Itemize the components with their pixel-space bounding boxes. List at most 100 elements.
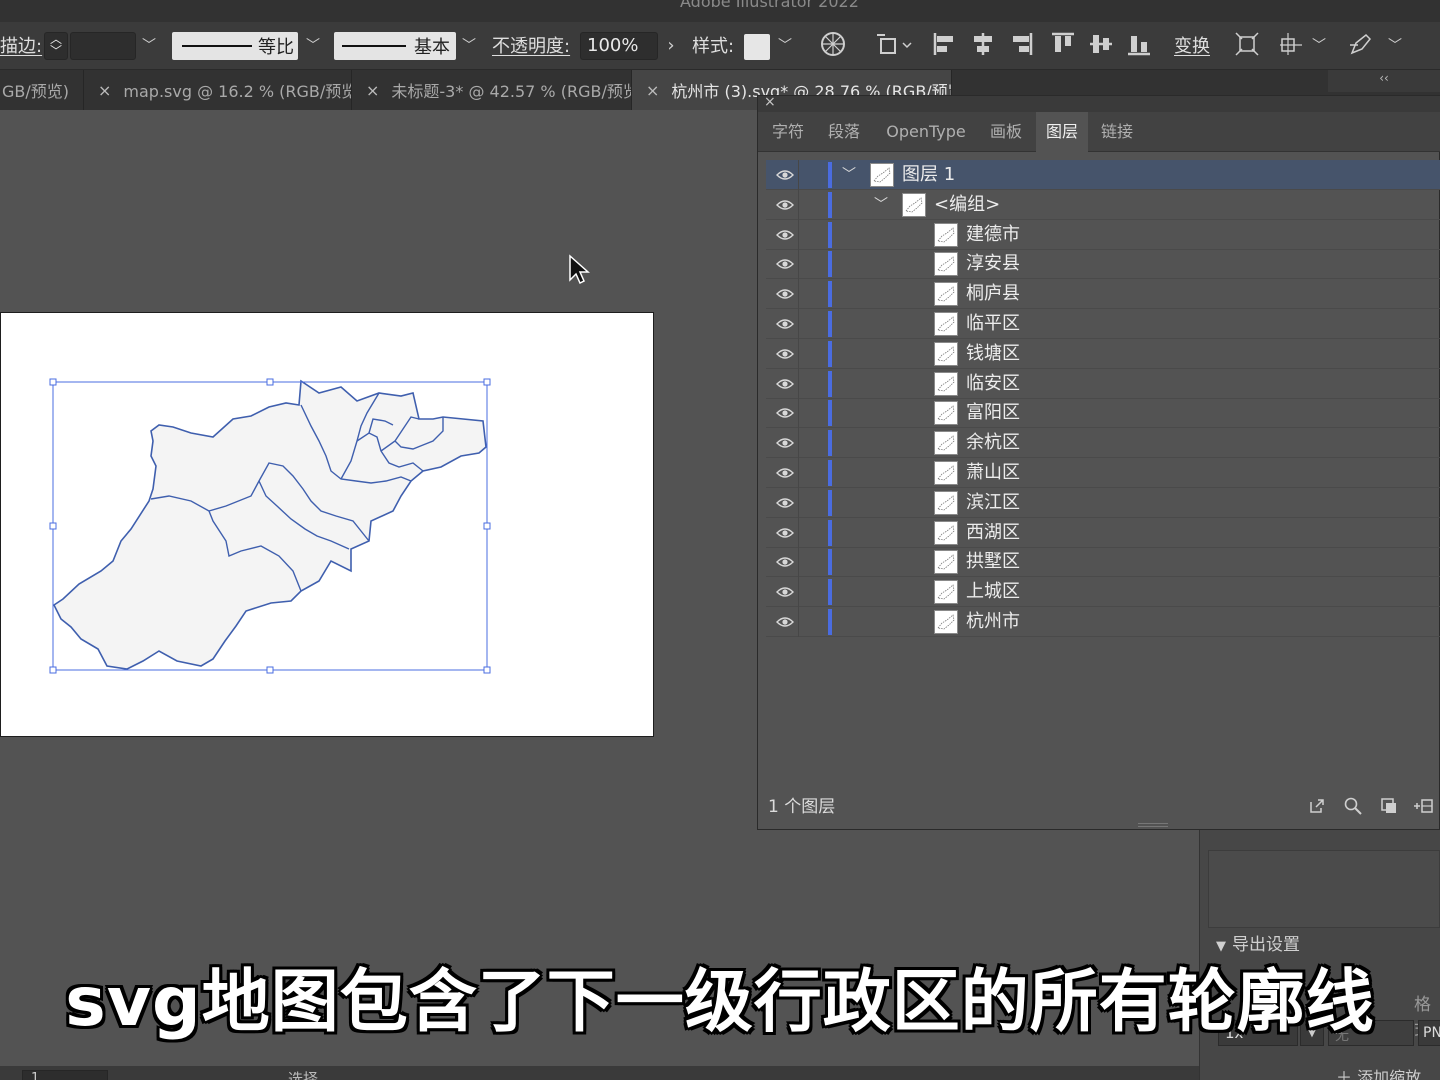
layer-name-label[interactable]: 桐庐县	[966, 279, 1020, 309]
handle-top-center[interactable]	[266, 378, 274, 386]
recolor-artwork-icon[interactable]	[818, 31, 848, 61]
layer-name-label[interactable]: 余杭区	[966, 428, 1020, 458]
export-icon[interactable]	[1306, 796, 1328, 818]
pen-dropdown-chevron-icon[interactable]: ﹀	[1384, 34, 1406, 58]
create-sublayer-icon[interactable]	[1412, 796, 1434, 818]
close-icon[interactable]: ×	[764, 94, 776, 110]
layer-row-item[interactable]: 钱塘区	[766, 338, 1440, 369]
expand-chevron-down-icon[interactable]: ﹀	[872, 194, 890, 216]
artboard[interactable]	[0, 312, 654, 737]
locate-object-search-icon[interactable]	[1342, 796, 1364, 818]
align-bottom-icon[interactable]	[1124, 31, 1154, 61]
layer-row-item[interactable]: 建德市	[766, 219, 1440, 250]
layer-name-label[interactable]: 临安区	[966, 369, 1020, 399]
panel-resize-grip[interactable]	[1138, 823, 1168, 827]
close-icon[interactable]: ×	[366, 81, 379, 100]
layer-name-label[interactable]: 杭州市	[966, 607, 1020, 637]
layer-name-label[interactable]: <编组>	[934, 190, 1000, 220]
visibility-eye-icon[interactable]	[772, 279, 798, 309]
layer-name-label[interactable]: 临平区	[966, 309, 1020, 339]
handle-top-left[interactable]	[49, 378, 57, 386]
visibility-eye-icon[interactable]	[772, 428, 798, 458]
status-mode-label[interactable]: 选择	[288, 1068, 318, 1080]
layer-name-label[interactable]: 滨江区	[966, 488, 1020, 518]
variable-width-profile-select[interactable]: 等比	[172, 32, 298, 60]
layer-name-label[interactable]: 上城区	[966, 577, 1020, 607]
layer-row-layer-1[interactable]: ﹀ 图层 1	[766, 160, 1440, 190]
tab-character[interactable]: 字符	[764, 112, 812, 152]
visibility-eye-icon[interactable]	[772, 220, 798, 250]
handle-middle-right[interactable]	[483, 522, 491, 530]
tab-document-1[interactable]: GB/预览)	[0, 70, 84, 110]
align-left-icon[interactable]	[930, 31, 960, 61]
visibility-eye-icon[interactable]	[772, 160, 798, 190]
handle-bottom-right[interactable]	[483, 666, 491, 674]
layer-row-item[interactable]: 余杭区	[766, 428, 1440, 459]
visibility-eye-icon[interactable]	[772, 607, 798, 637]
layer-row-item[interactable]: 临安区	[766, 368, 1440, 399]
layer-row-item[interactable]: 富阳区	[766, 398, 1440, 429]
opacity-arrow-icon[interactable]: ›	[660, 34, 682, 58]
visibility-eye-icon[interactable]	[772, 458, 798, 488]
tab-layers[interactable]: 图层	[1036, 112, 1088, 152]
tab-untitled-3[interactable]: × 未标题-3* @ 42.57 % (RGB/预览)	[352, 70, 632, 110]
make-clipping-mask-icon[interactable]	[1378, 796, 1400, 818]
expand-chevron-down-icon[interactable]: ﹀	[840, 164, 858, 186]
brush-dropdown-chevron-icon[interactable]: ﹀	[458, 34, 480, 58]
opacity-label[interactable]: 不透明度:	[492, 30, 570, 60]
transform-link[interactable]: 变换	[1174, 30, 1210, 60]
align-to-selection-icon[interactable]	[874, 31, 916, 61]
layer-row-item[interactable]: 临平区	[766, 309, 1440, 339]
layer-name-label[interactable]: 拱墅区	[966, 547, 1020, 577]
visibility-eye-icon[interactable]	[772, 488, 798, 518]
pen-edit-icon[interactable]	[1346, 31, 1376, 61]
opacity-input[interactable]: 100%	[580, 32, 658, 60]
collapse-panels-icon[interactable]: ‹‹	[1328, 70, 1440, 92]
visibility-eye-icon[interactable]	[772, 369, 798, 399]
visibility-eye-icon[interactable]	[772, 547, 798, 577]
hangzhou-map[interactable]	[1, 313, 655, 738]
tab-opentype[interactable]: OpenType	[876, 112, 976, 152]
handle-bottom-left[interactable]	[49, 666, 57, 674]
add-scale-button[interactable]: ＋ 添加缩放	[1336, 1064, 1421, 1080]
isolate-group-icon[interactable]	[1232, 31, 1262, 61]
tab-artboards[interactable]: 画板	[982, 112, 1030, 152]
visibility-eye-icon[interactable]	[772, 190, 798, 220]
layer-name-label[interactable]: 萧山区	[966, 458, 1020, 488]
puppet-warp-icon[interactable]	[1276, 31, 1306, 61]
handle-top-right[interactable]	[483, 378, 491, 386]
warp-dropdown-chevron-icon[interactable]: ﹀	[1308, 34, 1330, 58]
profile-dropdown-chevron-icon[interactable]: ﹀	[302, 34, 324, 58]
layer-name-label[interactable]: 西湖区	[966, 518, 1020, 548]
visibility-eye-icon[interactable]	[772, 577, 798, 607]
layer-row-item[interactable]: 桐庐县	[766, 279, 1440, 310]
layer-name-label[interactable]: 钱塘区	[966, 339, 1020, 369]
artboard-navigation-field[interactable]: 1	[22, 1070, 108, 1080]
layer-row-item[interactable]: 杭州市	[766, 607, 1440, 637]
visibility-eye-icon[interactable]	[772, 398, 798, 428]
visibility-eye-icon[interactable]	[772, 309, 798, 339]
layer-name-label[interactable]: 淳安县	[966, 249, 1020, 279]
panel-drag-bar[interactable]: ×	[758, 94, 1440, 112]
layer-row-item[interactable]: 上城区	[766, 577, 1440, 608]
stroke-label[interactable]: 描边:	[0, 30, 42, 60]
stroke-weight-dropdown-chevron-icon[interactable]: ﹀	[138, 34, 160, 58]
handle-middle-left[interactable]	[49, 522, 57, 530]
tab-links[interactable]: 链接	[1092, 112, 1142, 152]
map-region-outline[interactable]	[52, 379, 487, 670]
layer-name-label[interactable]: 图层 1	[902, 160, 955, 190]
stroke-weight-input[interactable]	[70, 32, 136, 60]
close-icon[interactable]: ×	[98, 81, 111, 100]
align-vertical-center-icon[interactable]	[1086, 31, 1116, 61]
layer-row-item[interactable]: 萧山区	[766, 458, 1440, 488]
close-icon[interactable]: ×	[646, 81, 659, 100]
layer-row-item[interactable]: 淳安县	[766, 249, 1440, 280]
layer-name-label[interactable]: 富阳区	[966, 398, 1020, 428]
graphic-style-swatch[interactable]	[744, 34, 770, 60]
layer-row-item[interactable]: 拱墅区	[766, 547, 1440, 578]
visibility-eye-icon[interactable]	[772, 518, 798, 548]
tab-paragraph[interactable]: 段落	[820, 112, 868, 152]
tab-map-svg[interactable]: × map.svg @ 16.2 % (RGB/预览)	[84, 70, 352, 110]
layer-row-item[interactable]: 滨江区	[766, 487, 1440, 518]
layer-name-label[interactable]: 建德市	[966, 220, 1020, 250]
